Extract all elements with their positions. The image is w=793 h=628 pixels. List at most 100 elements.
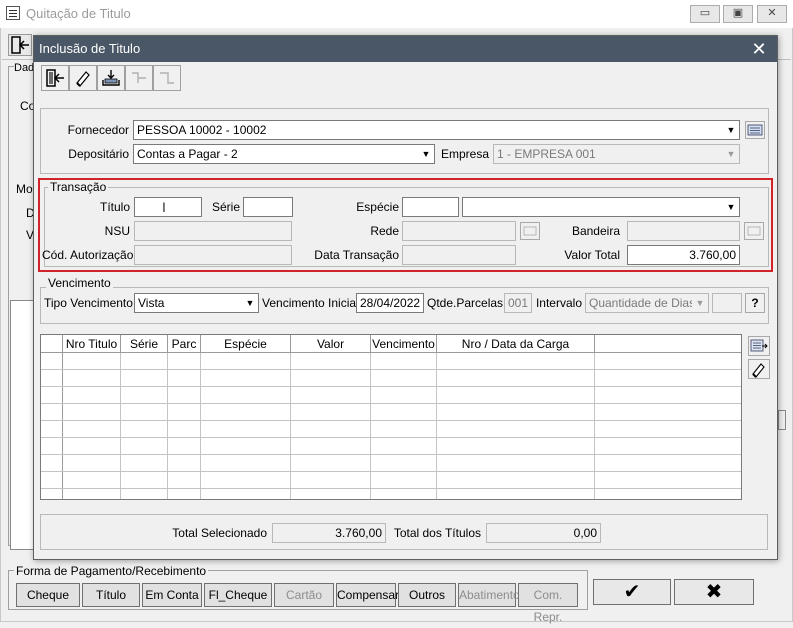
grid-clear-button[interactable] [748, 359, 770, 379]
background-titlebar: Quitação de Titulo ▭ ▣ ✕ [0, 0, 793, 28]
valor-total-label: Valor Total [564, 248, 620, 262]
vencimento-inicial-input[interactable]: 28/04/2022 [356, 293, 424, 313]
close-button[interactable]: ✕ [757, 5, 787, 23]
confirm-button[interactable]: ✔ [593, 579, 671, 605]
chevron-down-icon[interactable]: ▼ [723, 121, 739, 139]
com-repr-button[interactable]: Com. Repr. [518, 583, 578, 624]
chevron-down-icon[interactable]: ▼ [692, 294, 708, 312]
intervalo-value: Quantidade de Dias [589, 296, 696, 310]
maximize-button[interactable]: ▣ [723, 5, 753, 23]
serie-input[interactable] [243, 197, 293, 217]
chevron-down-icon[interactable]: ▼ [723, 198, 739, 216]
qtde-parcelas-input[interactable]: 001 [504, 293, 532, 313]
transacao-group-title: Transação [48, 180, 109, 194]
table-row[interactable] [41, 387, 741, 404]
grid-col-parc[interactable]: Parc [168, 335, 201, 353]
nsu-input[interactable] [134, 221, 292, 241]
dialog-close-button[interactable]: ✕ [747, 38, 771, 60]
background-label-mo: Mo [16, 182, 33, 196]
toolbar-clear-button[interactable] [69, 65, 97, 91]
fornecedor-select[interactable]: PESSOA 10002 - 10002 ▼ [133, 120, 740, 140]
minimize-button[interactable]: ▭ [690, 5, 720, 23]
rede-input[interactable] [402, 221, 516, 241]
eraser-icon [752, 363, 765, 378]
fl-cheque-button[interactable]: Fl_Cheque [204, 583, 272, 607]
outros-button[interactable]: Outros [398, 583, 456, 607]
table-row[interactable] [41, 421, 741, 438]
grid-column-separator [120, 353, 121, 499]
intervalo-number-input[interactable] [712, 293, 742, 313]
bandeira-lookup-button[interactable] [744, 222, 764, 240]
titulo-label: Título [99, 200, 130, 214]
table-row[interactable] [41, 404, 741, 421]
fornecedor-list-button[interactable] [745, 121, 765, 139]
data-transacao-input[interactable] [402, 245, 516, 265]
titles-grid[interactable]: Nro Titulo Série Parc Espécie Valor Venc… [40, 334, 742, 500]
table-row[interactable] [41, 472, 741, 489]
grid-col-especie[interactable]: Espécie [201, 335, 291, 353]
chevron-down-icon[interactable]: ▼ [723, 145, 739, 163]
grid-column-separator [290, 353, 291, 499]
table-row[interactable] [41, 353, 741, 370]
intervalo-select[interactable]: Quantidade de Dias ▼ [585, 293, 709, 313]
bandeira-input[interactable] [627, 221, 740, 241]
table-row[interactable] [41, 370, 741, 387]
toolbar-exit-button[interactable] [41, 65, 69, 91]
list-icon [747, 124, 763, 136]
grid-col-serie[interactable]: Série [121, 335, 168, 353]
total-selecionado-label: Total Selecionado [172, 526, 267, 540]
rede-label: Rede [370, 224, 399, 238]
depositario-value: Contas a Pagar - 2 [137, 147, 238, 161]
export-list-icon [750, 339, 768, 352]
chevron-down-icon[interactable]: ▼ [242, 294, 258, 312]
empresa-select[interactable]: 1 - EMPRESA 001 ▼ [493, 144, 740, 164]
depositario-select[interactable]: Contas a Pagar - 2 ▼ [133, 144, 435, 164]
grid-col-valor[interactable]: Valor [291, 335, 371, 353]
especie-code-input[interactable] [402, 197, 459, 217]
grid-col-vencimento[interactable]: Vencimento [371, 335, 437, 353]
rede-lookup-button[interactable] [520, 222, 540, 240]
especie-select[interactable]: ▼ [462, 197, 740, 217]
grid-export-button[interactable] [748, 336, 770, 356]
grid-column-separator [594, 353, 595, 499]
fornecedor-value: PESSOA 10002 - 10002 [137, 123, 267, 137]
cod-autorizacao-input[interactable] [134, 245, 292, 265]
vencimento-inicial-label: Vencimento Inicial [262, 296, 359, 310]
payment-group-title: Forma de Pagamento/Recebimento [14, 564, 209, 578]
toolbar-merge-button[interactable] [153, 65, 181, 91]
dialog-titlebar: Inclusão de Titulo ✕ [34, 36, 777, 62]
background-label-dados: Dad [14, 62, 35, 74]
grid-column-separator [167, 353, 168, 499]
merge-icon [160, 72, 174, 84]
total-selecionado-value: 3.760,00 [272, 523, 386, 543]
background-scroll-edge[interactable] [778, 410, 786, 430]
valor-total-input[interactable]: 3.760,00 [627, 245, 740, 265]
titulo-input[interactable]: I [134, 197, 202, 217]
grid-column-separator [200, 353, 201, 499]
toolbar-import-button[interactable] [97, 65, 125, 91]
bandeira-label: Bandeira [571, 224, 620, 238]
abatimento-button[interactable]: Abatimento [458, 583, 520, 607]
serie-label: Série [211, 200, 240, 214]
grid-col-nro-data-carga[interactable]: Nro / Data da Carga [437, 335, 595, 353]
cheque-button[interactable]: Cheque [16, 583, 80, 607]
compensar-button[interactable]: Compensar [336, 583, 399, 607]
background-exit-button[interactable] [8, 34, 32, 56]
tipo-vencimento-select[interactable]: Vista ▼ [134, 293, 259, 313]
table-row[interactable] [41, 438, 741, 455]
chevron-down-icon[interactable]: ▼ [418, 145, 434, 163]
toolbar-split-button[interactable] [125, 65, 153, 91]
help-button[interactable]: ? [745, 293, 765, 313]
data-transacao-label: Data Transação [314, 248, 399, 262]
table-row[interactable] [41, 455, 741, 472]
cancel-button[interactable]: ✖ [674, 579, 754, 605]
empresa-value: 1 - EMPRESA 001 [497, 147, 596, 161]
tipo-vencimento-label: Tipo Vencimento [44, 296, 133, 310]
split-icon [132, 72, 146, 83]
titulo-button[interactable]: Título [82, 583, 140, 607]
cartao-button[interactable]: Cartão [274, 583, 334, 607]
grid-col-nro-titulo[interactable]: Nro Titulo [63, 335, 121, 353]
em-conta-button[interactable]: Em Conta [142, 583, 202, 607]
cod-autorizacao-label: Cód. Autorização [42, 248, 134, 262]
background-grid-edge [10, 300, 34, 550]
